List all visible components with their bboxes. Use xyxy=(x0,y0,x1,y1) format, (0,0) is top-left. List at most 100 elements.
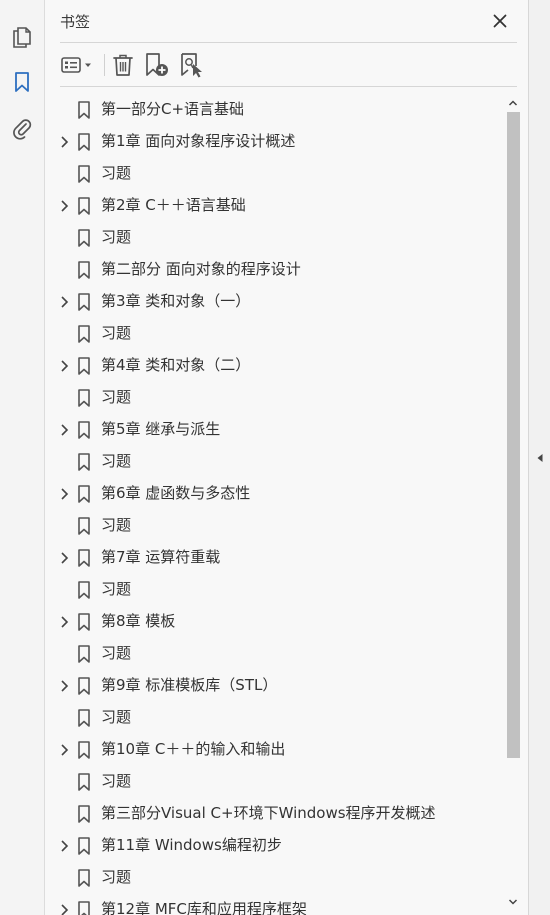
bookmark-from-selection-icon xyxy=(181,53,202,78)
bookmark-label: 第7章 运算符重载 xyxy=(101,548,221,566)
bookmark-item[interactable]: 习题 xyxy=(45,446,505,478)
expand-toggle[interactable] xyxy=(56,613,72,631)
bookmarks-panel: 书签 第一部分C+语言基础 第1章 面向对象程序设计概述 习题 第2章 C＋＋语… xyxy=(45,0,528,915)
bookmark-item[interactable]: 习题 xyxy=(45,862,505,894)
toolbar-divider xyxy=(60,86,517,87)
bookmark-icon xyxy=(77,644,91,664)
bookmark-label: 习题 xyxy=(101,644,132,662)
bookmark-item[interactable]: 第一部分C+语言基础 xyxy=(45,94,505,126)
expand-toggle[interactable] xyxy=(56,677,72,695)
collapse-left-icon xyxy=(537,454,543,462)
chevron-right-icon xyxy=(60,360,68,372)
vertical-scrollbar[interactable] xyxy=(505,94,521,912)
bookmark-item[interactable]: 习题 xyxy=(45,766,505,798)
bookmark-item[interactable]: 第11章 Windows编程初步 xyxy=(45,830,505,862)
pages-icon xyxy=(13,27,31,48)
bookmark-item[interactable]: 第8章 模板 xyxy=(45,606,505,638)
bookmark-label: 习题 xyxy=(101,388,132,406)
chevron-right-icon xyxy=(60,488,68,500)
bookmark-icon xyxy=(77,740,91,760)
scroll-up-button[interactable] xyxy=(507,96,519,110)
pane-collapse-strip xyxy=(528,0,550,915)
bookmark-item[interactable]: 第2章 C＋＋语言基础 xyxy=(45,190,505,222)
bookmark-item[interactable]: 习题 xyxy=(45,382,505,414)
bookmark-item[interactable]: 第9章 标准模板库（STL） xyxy=(45,670,505,702)
close-icon xyxy=(493,14,507,28)
bookmark-icon xyxy=(77,548,91,568)
bookmark-from-selection-button[interactable] xyxy=(179,50,205,80)
bookmark-item[interactable]: 第7章 运算符重载 xyxy=(45,542,505,574)
expand-toggle[interactable] xyxy=(56,197,72,215)
chevron-right-icon xyxy=(60,616,68,628)
bookmark-icon xyxy=(77,132,91,152)
bookmark-label: 第8章 模板 xyxy=(101,612,176,630)
expand-toggle[interactable] xyxy=(56,133,72,151)
expand-toggle[interactable] xyxy=(56,293,72,311)
chevron-right-icon xyxy=(60,136,68,148)
expand-toggle[interactable] xyxy=(56,357,72,375)
scroll-thumb[interactable] xyxy=(507,112,520,758)
delete-bookmark-icon xyxy=(113,54,133,76)
expand-toggle[interactable] xyxy=(56,741,72,759)
bookmark-icon xyxy=(77,164,91,184)
bookmark-item[interactable]: 第4章 类和对象（二） xyxy=(45,350,505,382)
bookmark-label: 习题 xyxy=(101,708,132,726)
bookmark-icon xyxy=(77,420,91,440)
bookmark-item[interactable]: 第二部分 面向对象的程序设计 xyxy=(45,254,505,286)
bookmark-label: 第11章 Windows编程初步 xyxy=(101,836,282,854)
collapse-pane-button[interactable] xyxy=(533,448,547,468)
bookmark-item[interactable]: 习题 xyxy=(45,158,505,190)
scroll-down-button[interactable] xyxy=(507,895,519,909)
header-divider xyxy=(60,42,517,43)
new-bookmark-button[interactable] xyxy=(144,50,170,80)
bookmark-label: 习题 xyxy=(101,772,132,790)
bookmarks-button[interactable] xyxy=(6,66,38,98)
expand-toggle[interactable] xyxy=(56,485,72,503)
bookmark-icon xyxy=(77,324,91,344)
bookmark-item[interactable]: 第12章 MFC库和应用程序框架 xyxy=(45,894,505,915)
navigation-rail xyxy=(0,0,45,915)
panel-header: 书签 xyxy=(45,0,528,42)
bookmark-label: 习题 xyxy=(101,580,132,598)
delete-bookmark-button[interactable] xyxy=(110,50,136,80)
bookmark-label: 第4章 类和对象（二） xyxy=(101,356,251,374)
bookmark-item[interactable]: 第6章 虚函数与多态性 xyxy=(45,478,505,510)
options-menu-button[interactable] xyxy=(59,50,97,80)
bookmark-icon xyxy=(77,260,91,280)
bookmark-item[interactable]: 习题 xyxy=(45,318,505,350)
expand-toggle[interactable] xyxy=(56,549,72,567)
bookmark-label: 第9章 标准模板库（STL） xyxy=(101,676,278,694)
bookmark-label: 习题 xyxy=(101,516,132,534)
bookmarks-pane: 书签 第一部分C+语言基础 第1章 面向对象程序设计概述 习题 第2章 C＋＋语… xyxy=(0,0,550,915)
expand-toggle[interactable] xyxy=(56,837,72,855)
bookmark-icon xyxy=(77,196,91,216)
bookmark-item[interactable]: 第5章 继承与派生 xyxy=(45,414,505,446)
bookmark-icon xyxy=(77,228,91,248)
pages-button[interactable] xyxy=(6,20,38,52)
bookmark-item[interactable]: 第1章 面向对象程序设计概述 xyxy=(45,126,505,158)
bookmark-item[interactable]: 习题 xyxy=(45,638,505,670)
close-panel-button[interactable] xyxy=(489,10,511,32)
expand-toggle[interactable] xyxy=(56,901,72,915)
bookmark-icon xyxy=(77,900,91,915)
bookmark-item[interactable]: 第3章 类和对象（一） xyxy=(45,286,505,318)
chevron-right-icon xyxy=(60,200,68,212)
bookmark-label: 第三部分Visual C+环境下Windows程序开发概述 xyxy=(101,804,436,822)
bookmark-item[interactable]: 习题 xyxy=(45,222,505,254)
bookmark-label: 第2章 C＋＋语言基础 xyxy=(101,196,246,214)
bookmark-item[interactable]: 第三部分Visual C+环境下Windows程序开发概述 xyxy=(45,798,505,830)
bookmarks-toolbar xyxy=(45,44,528,86)
bookmark-item[interactable]: 习题 xyxy=(45,510,505,542)
bookmark-icon xyxy=(77,516,91,536)
bookmark-item[interactable]: 习题 xyxy=(45,574,505,606)
attachments-button[interactable] xyxy=(6,112,38,144)
chevron-right-icon xyxy=(60,840,68,852)
chevron-right-icon xyxy=(60,904,68,915)
bookmark-label: 第5章 继承与派生 xyxy=(101,420,221,438)
bookmark-item[interactable]: 习题 xyxy=(45,702,505,734)
bookmark-item[interactable]: 第10章 C＋＋的输入和输出 xyxy=(45,734,505,766)
bookmark-label: 第10章 C＋＋的输入和输出 xyxy=(101,740,286,758)
expand-toggle[interactable] xyxy=(56,421,72,439)
bookmark-label: 第6章 虚函数与多态性 xyxy=(101,484,251,502)
bookmark-label: 习题 xyxy=(101,324,132,342)
